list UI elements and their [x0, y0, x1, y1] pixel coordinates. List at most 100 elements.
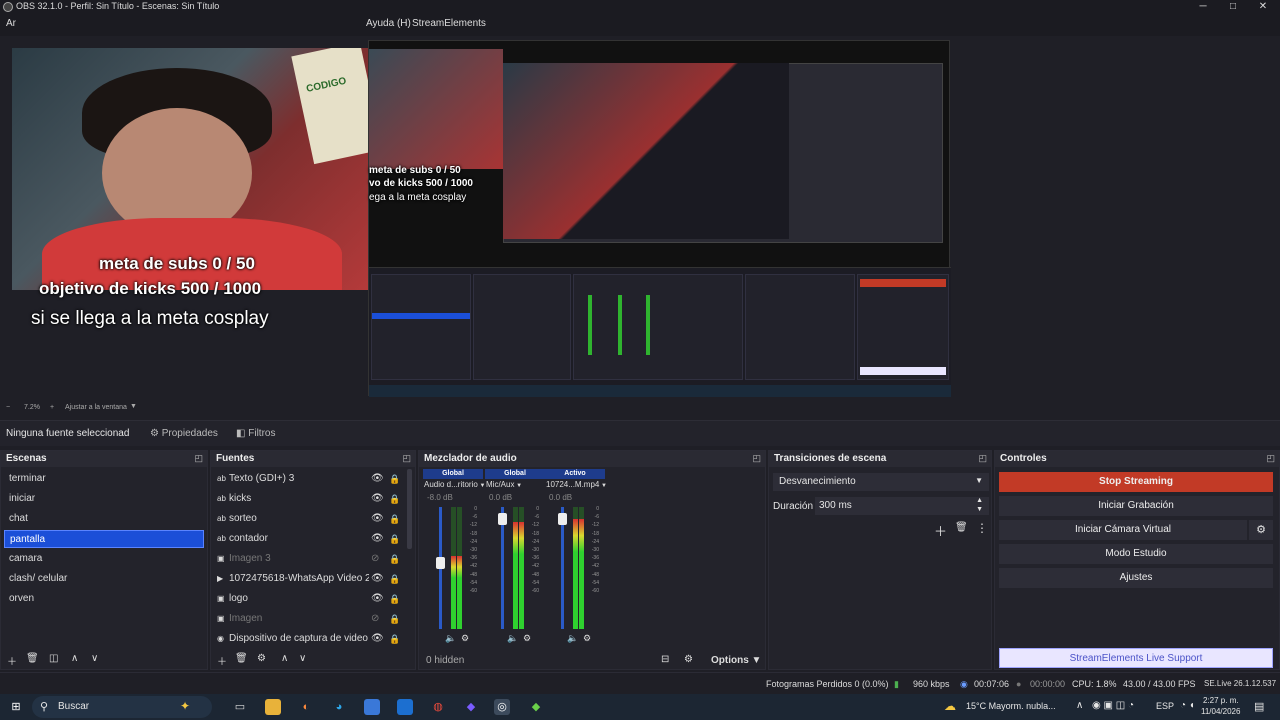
scene-item[interactable]: terminar: [4, 470, 204, 488]
store-icon[interactable]: [364, 699, 380, 715]
scene-filter-icon[interactable]: ◫: [49, 653, 58, 664]
settings-button[interactable]: Ajustes: [999, 568, 1273, 588]
properties-button[interactable]: ⚙ Propiedades: [150, 428, 218, 439]
undock-icon[interactable]: ◰: [194, 453, 203, 464]
channel-settings-icon[interactable]: ⚙: [461, 633, 469, 644]
mixer-settings-icon[interactable]: ⚙: [684, 654, 693, 665]
source-item[interactable]: ▣ Imagen ⊘ 🔒: [213, 610, 413, 628]
mixer-channel-name[interactable]: 10724...M.mp4 ▼: [546, 480, 607, 489]
fader-handle[interactable]: [558, 512, 567, 525]
chevron-down-icon[interactable]: ▼: [130, 403, 137, 410]
taskbar-search[interactable]: ⚲ Buscar ✦: [32, 696, 212, 718]
move-up-icon[interactable]: ∧: [71, 653, 78, 664]
move-up-icon[interactable]: ∧: [281, 653, 288, 664]
copilot-icon[interactable]: ◐: [298, 699, 314, 715]
scene-item[interactable]: clash/ celular: [4, 570, 204, 588]
undock-icon[interactable]: ◰: [978, 453, 987, 464]
lock-icon[interactable]: 🔒: [389, 510, 400, 528]
lock-icon[interactable]: 🔒: [389, 570, 400, 588]
lock-icon[interactable]: 🔒: [389, 630, 400, 648]
eye-icon[interactable]: 👁: [371, 530, 384, 548]
volume-fader[interactable]: [561, 507, 564, 629]
windows-start-icon[interactable]: ⊞: [8, 699, 24, 715]
tray-icons[interactable]: ◉ ▣ ◫ ◔: [1092, 700, 1134, 711]
close-button[interactable]: ✕: [1248, 0, 1278, 14]
menu-item-partial[interactable]: Ar: [6, 18, 16, 29]
scene-item[interactable]: iniciar: [4, 490, 204, 508]
edge-icon[interactable]: ◕: [331, 699, 347, 715]
more-options-icon[interactable]: ⋮: [976, 521, 988, 535]
minimize-button[interactable]: ─: [1188, 0, 1218, 14]
speaker-icon[interactable]: 🔈: [567, 633, 578, 644]
speaker-icon[interactable]: 🔈: [445, 633, 456, 644]
discord-icon[interactable]: ◆: [463, 699, 479, 715]
fit-window-select[interactable]: Ajustar a la ventana: [65, 404, 127, 411]
add-scene-button[interactable]: ＋: [7, 653, 17, 668]
remove-source-icon[interactable]: 🗑: [235, 653, 248, 664]
fader-handle[interactable]: [498, 512, 507, 525]
source-item[interactable]: ab Texto (GDI+) 3 👁 🔒: [213, 470, 413, 488]
weather-text[interactable]: 15°C Mayorm. nubla...: [966, 701, 1056, 711]
source-item[interactable]: ▶ 1072475618-WhatsApp Video 2025👁 🔒: [213, 570, 413, 588]
clock-date[interactable]: 11/04/2026: [1201, 707, 1240, 716]
remove-scene-icon[interactable]: 🗑: [26, 653, 39, 664]
source-item[interactable]: ▣ logo 👁 🔒: [213, 590, 413, 608]
mail-icon[interactable]: [397, 699, 413, 715]
eye-icon[interactable]: 👁: [371, 630, 384, 648]
move-down-icon[interactable]: ∨: [91, 653, 98, 664]
menu-item-streamelements[interactable]: StreamElements: [412, 18, 486, 29]
source-item[interactable]: ab contador 👁 🔒: [213, 530, 413, 548]
source-settings-icon[interactable]: ⚙: [257, 653, 266, 664]
lock-icon[interactable]: 🔒: [389, 610, 400, 628]
source-item[interactable]: ◉ Dispositivo de captura de video 2 👁 🔒: [213, 630, 413, 648]
source-item[interactable]: ab kicks 👁 🔒: [213, 490, 413, 508]
lock-icon[interactable]: 🔒: [389, 530, 400, 548]
channel-settings-icon[interactable]: ⚙: [583, 633, 591, 644]
lock-icon[interactable]: 🔒: [389, 470, 400, 488]
transition-select[interactable]: Desvanecimiento ▼: [773, 473, 989, 491]
eye-icon[interactable]: 👁: [371, 470, 384, 488]
maximize-button[interactable]: □: [1218, 0, 1248, 14]
eye-icon[interactable]: 👁: [371, 490, 384, 508]
network-volume-icons[interactable]: ◔ ◖: [1180, 700, 1195, 711]
eye-icon[interactable]: 👁: [371, 570, 384, 588]
mixer-channel-name[interactable]: Mic/Aux ▼: [486, 480, 522, 489]
streamelements-support-button[interactable]: StreamElements Live Support: [999, 648, 1273, 668]
tray-chevron-icon[interactable]: ∧: [1076, 700, 1083, 711]
virtual-camera-button[interactable]: Iniciar Cámara Virtual: [999, 520, 1247, 540]
mixer-channel-name[interactable]: Audio d...ritorio ▼: [424, 480, 485, 489]
virtual-camera-settings-icon[interactable]: ⚙: [1249, 520, 1273, 540]
zoom-out-button[interactable]: −: [6, 404, 10, 411]
remove-transition-icon[interactable]: 🗑: [955, 522, 968, 533]
volume-fader[interactable]: [501, 507, 504, 629]
scene-item[interactable]: orven: [4, 590, 204, 608]
file-explorer-icon[interactable]: [265, 699, 281, 715]
spin-up-icon[interactable]: ▲: [976, 497, 983, 504]
spin-down-icon[interactable]: ▼: [976, 506, 983, 513]
notification-icon[interactable]: ▤: [1254, 700, 1264, 713]
channel-settings-icon[interactable]: ⚙: [523, 633, 531, 644]
fader-handle[interactable]: [436, 556, 445, 569]
undock-icon[interactable]: ◰: [752, 453, 761, 464]
add-transition-button[interactable]: ＋: [934, 521, 947, 540]
duration-input[interactable]: 300 ms ▲ ▼: [815, 497, 989, 515]
lock-icon[interactable]: 🔒: [389, 550, 400, 568]
app-icon[interactable]: ◆: [528, 699, 544, 715]
scene-item[interactable]: pantalla: [4, 530, 204, 548]
source-item[interactable]: ▣ Imagen 3 ⊘ 🔒: [213, 550, 413, 568]
source-item[interactable]: ab sorteo 👁 🔒: [213, 510, 413, 528]
task-view-icon[interactable]: ▭: [232, 699, 248, 715]
eye-icon[interactable]: 👁: [371, 590, 384, 608]
speaker-icon[interactable]: 🔈: [507, 633, 518, 644]
filters-button[interactable]: ◧ Filtros: [236, 428, 275, 439]
zoom-in-button[interactable]: +: [50, 404, 54, 411]
chrome-icon[interactable]: ◍: [430, 699, 446, 715]
menu-item-help[interactable]: Ayuda (H): [366, 18, 411, 29]
language-indicator[interactable]: ESP: [1156, 701, 1174, 711]
eye-icon[interactable]: 👁: [371, 510, 384, 528]
scene-item[interactable]: chat: [4, 510, 204, 528]
eye-hidden-icon[interactable]: ⊘: [371, 610, 379, 628]
undock-icon[interactable]: ◰: [402, 453, 411, 464]
stop-streaming-button[interactable]: Stop Streaming: [999, 472, 1273, 492]
lock-icon[interactable]: 🔒: [389, 590, 400, 608]
